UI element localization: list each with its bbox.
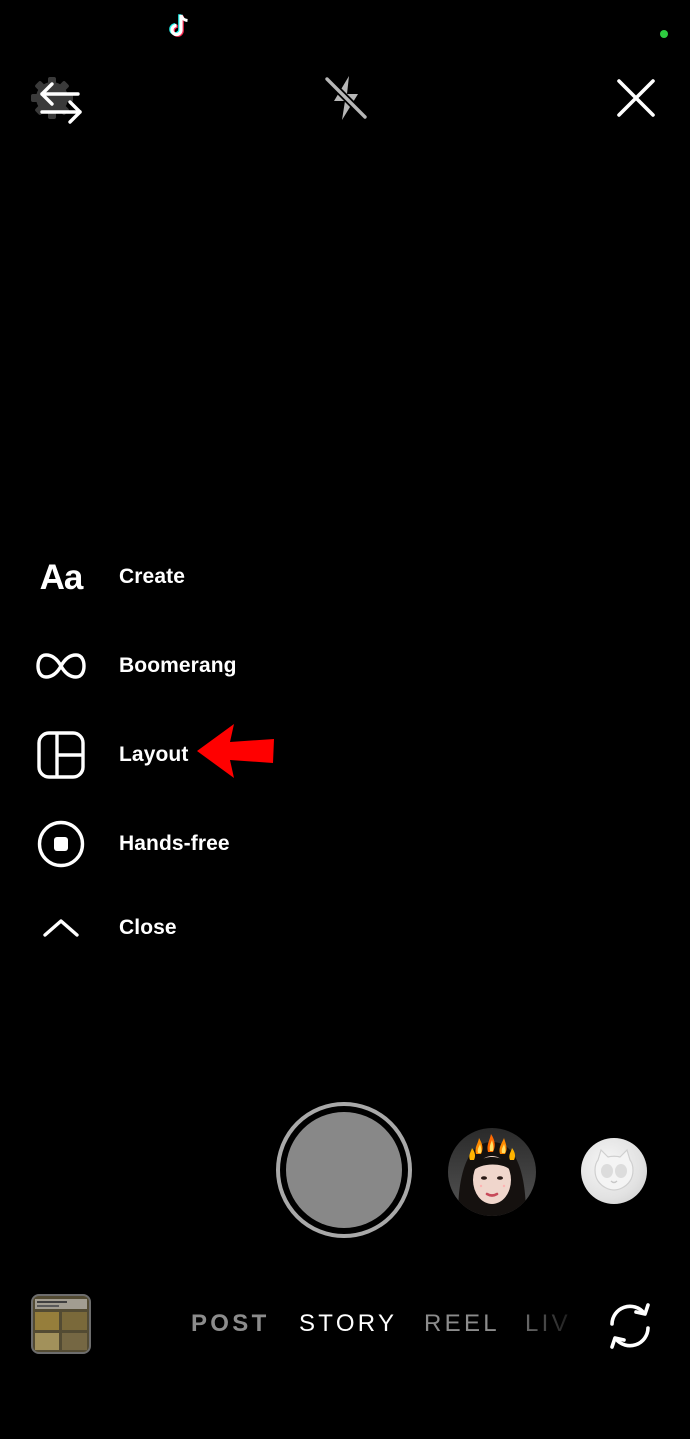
shutter-button[interactable]	[276, 1102, 412, 1238]
menu-item-label: Create	[119, 565, 185, 588]
gallery-thumbnail-icon	[33, 1296, 89, 1352]
mode-live-tab[interactable]: LIV	[525, 1310, 573, 1338]
menu-item-label: Layout	[119, 743, 189, 766]
face-effect-thumbnail-icon	[448, 1128, 536, 1216]
gallery-thumbnail-button[interactable]	[31, 1294, 91, 1354]
menu-item-hands-free[interactable]: Hands-free	[0, 807, 420, 881]
menu-item-label: Boomerang	[119, 654, 237, 677]
menu-item-boomerang[interactable]: Boomerang	[0, 629, 420, 703]
mode-story-tab[interactable]: STORY	[299, 1310, 397, 1338]
shutter-inner-circle	[286, 1112, 402, 1228]
cat-face-effect-button[interactable]	[581, 1138, 647, 1204]
mode-reel-tab[interactable]: REEL	[424, 1310, 500, 1338]
flip-camera-button[interactable]	[604, 1300, 656, 1352]
cat-mask-effect-icon	[594, 1148, 634, 1191]
flash-toggle-button[interactable]	[318, 70, 374, 126]
infinity-icon	[36, 641, 86, 691]
menu-item-close[interactable]: Close	[0, 891, 420, 965]
mode-live-label: LIV	[525, 1310, 571, 1337]
red-arrow-annotation-icon	[194, 722, 276, 780]
camera-in-use-indicator	[660, 30, 668, 38]
settings-swap-icon	[31, 77, 82, 124]
flip-camera-icon	[610, 1303, 650, 1349]
mode-post-tab[interactable]: POST	[191, 1310, 270, 1338]
tiktok-notification-icon	[168, 12, 192, 40]
hands-free-icon	[36, 819, 86, 869]
close-camera-button[interactable]	[608, 70, 664, 126]
chevron-up-icon	[36, 903, 86, 953]
create-text-icon: Aa	[39, 557, 84, 597]
flash-off-icon	[323, 75, 369, 121]
fire-face-effect-button[interactable]	[448, 1128, 536, 1216]
layout-grid-icon	[36, 730, 86, 780]
close-icon	[617, 79, 655, 117]
menu-item-label: Hands-free	[119, 832, 230, 855]
camera-settings-button[interactable]	[28, 72, 88, 132]
menu-item-label: Close	[119, 916, 177, 939]
menu-item-create[interactable]: Aa Create	[0, 540, 420, 614]
